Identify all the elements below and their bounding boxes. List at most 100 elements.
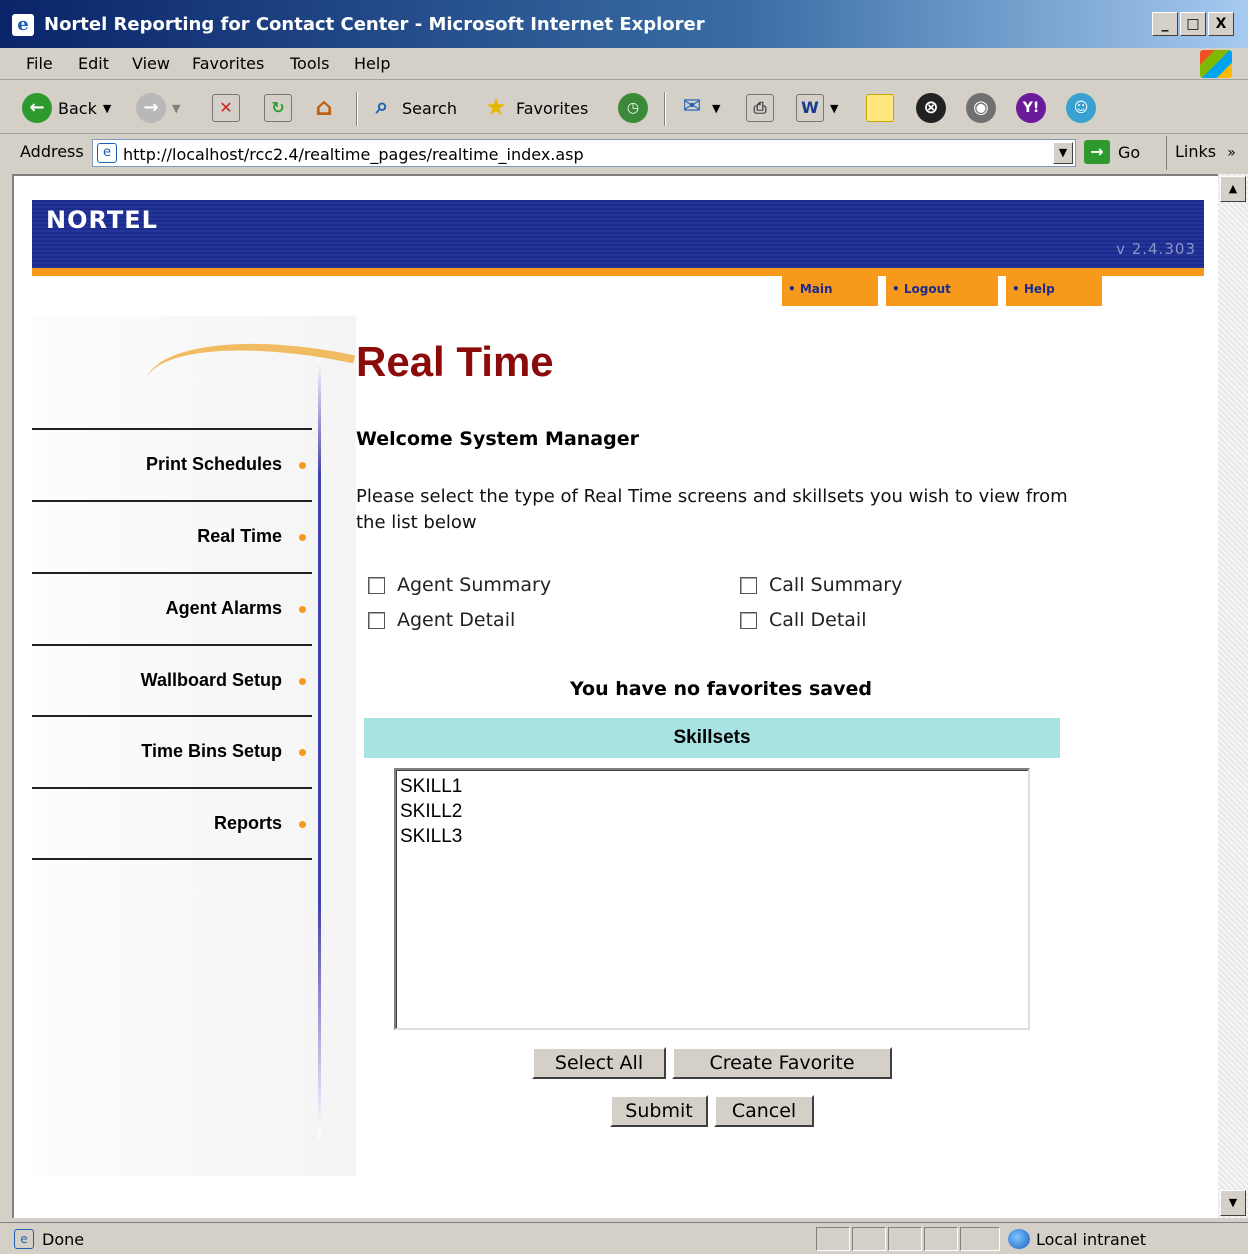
submit-button[interactable]: Submit xyxy=(610,1095,708,1127)
instructions: Please select the type of Real Time scre… xyxy=(356,486,1068,533)
search-label: Search xyxy=(402,98,457,118)
list-item[interactable]: SKILL3 xyxy=(400,824,1024,849)
toolbar-separator xyxy=(356,92,358,126)
sidebar-item-agent-alarms[interactable]: Agent Alarms xyxy=(32,572,312,644)
yahoo-button[interactable]: Y! xyxy=(1016,92,1046,124)
url-input[interactable] xyxy=(123,143,1043,165)
mail-icon: ✉ xyxy=(682,94,702,119)
vertical-scrollbar[interactable]: ▲ ▼ xyxy=(1218,174,1248,1218)
sidebar-item-time-bins-setup[interactable]: Time Bins Setup xyxy=(32,715,312,787)
edit-word-button[interactable]: W ▼ xyxy=(796,92,838,124)
menu-file[interactable]: File xyxy=(26,54,53,73)
forward-button[interactable]: → ▼ xyxy=(136,92,180,124)
refresh-button[interactable]: ↻ xyxy=(264,92,292,124)
topnav-logout[interactable]: • Logout xyxy=(886,276,998,306)
checkbox-box[interactable] xyxy=(740,576,757,594)
scroll-down-icon[interactable]: ▼ xyxy=(1220,1190,1246,1216)
mail-dropdown-icon: ▼ xyxy=(712,101,721,115)
msn-button[interactable]: ☺ xyxy=(1066,92,1096,124)
checkbox-box[interactable] xyxy=(740,611,757,629)
bullet-icon xyxy=(299,534,306,541)
favorites-button[interactable]: ★ Favorites xyxy=(482,92,588,124)
yahoo-icon: Y! xyxy=(1016,93,1046,123)
topnav-main[interactable]: • Main xyxy=(782,276,878,306)
topnav-help[interactable]: • Help xyxy=(1006,276,1102,306)
stop-button[interactable]: ✕ xyxy=(212,92,240,124)
globe-button[interactable]: ◉ xyxy=(966,92,996,124)
agent-summary-checkbox[interactable]: Agent Summary xyxy=(368,574,551,596)
address-field[interactable]: e ▼ xyxy=(92,139,1076,167)
checkbox-box[interactable] xyxy=(368,611,385,629)
word-icon: W xyxy=(796,94,824,122)
toolbar: ← Back ▼ → ▼ ✕ ↻ ⌂ ⌕ Search ★ Favorites … xyxy=(0,82,1248,134)
bullet-icon xyxy=(299,462,306,469)
status-panel xyxy=(816,1227,850,1251)
history-button[interactable]: ◷ xyxy=(618,92,648,124)
sidebar: Print Schedules Real Time Agent Alarms W… xyxy=(32,313,356,1176)
cancel-button[interactable]: Cancel xyxy=(714,1095,814,1127)
list-item[interactable]: SKILL2 xyxy=(400,799,1024,824)
address-dropdown-icon[interactable]: ▼ xyxy=(1053,142,1073,164)
bullet-icon xyxy=(299,678,306,685)
status-bar: e Done Local intranet xyxy=(0,1222,1248,1254)
search-icon: ⌕ xyxy=(375,94,389,119)
sidebar-item-label: Reports xyxy=(213,813,282,833)
call-summary-checkbox[interactable]: Call Summary xyxy=(740,574,902,596)
print-icon: ⎙ xyxy=(746,94,774,122)
edit-dropdown-icon: ▼ xyxy=(830,101,839,115)
status-panel xyxy=(888,1227,922,1251)
favorites-message: You have no favorites saved xyxy=(570,678,872,700)
globe-icon: ◉ xyxy=(966,93,996,123)
sidebar-item-real-time[interactable]: Real Time xyxy=(32,500,312,572)
back-button[interactable]: ← Back ▼ xyxy=(22,92,111,124)
decorative-swoosh xyxy=(144,313,356,425)
forward-dropdown-icon: ▼ xyxy=(172,101,181,115)
call-detail-checkbox[interactable]: Call Detail xyxy=(740,609,866,631)
close-button[interactable]: X xyxy=(1208,12,1234,36)
minimize-button[interactable]: _ xyxy=(1152,12,1178,36)
checkbox-label: Agent Detail xyxy=(397,609,516,631)
sidebar-item-print-schedules[interactable]: Print Schedules xyxy=(32,428,312,500)
menu-view[interactable]: View xyxy=(132,54,170,73)
agent-detail-checkbox[interactable]: Agent Detail xyxy=(368,609,515,631)
create-favorite-button[interactable]: Create Favorite xyxy=(672,1047,892,1079)
messenger-block-button[interactable]: ⊗ xyxy=(916,92,946,124)
home-icon: ⌂ xyxy=(315,93,333,121)
status-done: e Done xyxy=(14,1229,84,1249)
back-dropdown-icon: ▼ xyxy=(102,101,112,115)
maximize-button[interactable]: □ xyxy=(1180,12,1206,36)
note-icon xyxy=(866,94,894,122)
menu-bar: File Edit View Favorites Tools Help xyxy=(0,48,1248,80)
scroll-up-icon[interactable]: ▲ xyxy=(1220,176,1246,202)
sidebar-item-label: Wallboard Setup xyxy=(140,670,282,690)
stop-icon: ✕ xyxy=(212,94,240,122)
sidebar-item-wallboard-setup[interactable]: Wallboard Setup xyxy=(32,644,312,716)
menu-tools[interactable]: Tools xyxy=(290,54,329,73)
discuss-button[interactable] xyxy=(866,92,894,124)
go-arrow-icon: → xyxy=(1084,140,1110,164)
home-button[interactable]: ⌂ xyxy=(310,92,338,124)
select-all-button[interactable]: Select All xyxy=(532,1047,666,1079)
go-label: Go xyxy=(1118,142,1141,162)
sidebar-item-reports[interactable]: Reports xyxy=(32,787,312,859)
mail-button[interactable]: ✉ ▼ xyxy=(678,92,721,124)
sidebar-item-label: Print Schedules xyxy=(145,454,282,474)
page-icon: e xyxy=(14,1229,34,1249)
intranet-globe-icon xyxy=(1008,1229,1030,1249)
page-title: Real Time xyxy=(356,338,554,385)
go-button[interactable]: → Go xyxy=(1084,140,1140,164)
bullet-icon xyxy=(299,749,306,756)
list-item[interactable]: SKILL1 xyxy=(400,774,1024,799)
menu-edit[interactable]: Edit xyxy=(78,54,109,73)
checkbox-box[interactable] xyxy=(368,576,385,594)
menu-favorites[interactable]: Favorites xyxy=(192,54,264,73)
forward-arrow-icon: → xyxy=(136,93,166,123)
search-button[interactable]: ⌕ Search xyxy=(368,92,457,124)
skillsets-listbox[interactable]: SKILL1 SKILL2 SKILL3 xyxy=(394,768,1030,1030)
status-panel xyxy=(960,1227,1000,1251)
menu-help[interactable]: Help xyxy=(354,54,390,73)
windows-logo-icon xyxy=(1200,50,1232,78)
back-label: Back xyxy=(58,98,97,118)
print-button[interactable]: ⎙ xyxy=(746,92,774,124)
links-button[interactable]: Links » xyxy=(1166,136,1236,170)
